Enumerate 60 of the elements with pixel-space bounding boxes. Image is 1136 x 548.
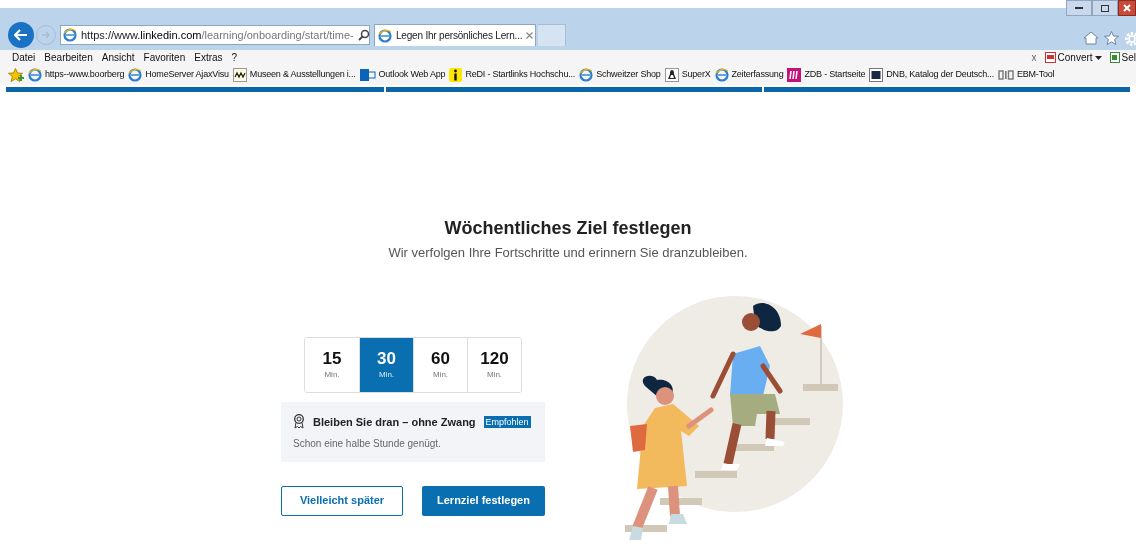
favorite-link[interactable]: SuperX xyxy=(681,68,711,82)
browser-tab[interactable]: Legen Ihr persönliches Lern... xyxy=(374,24,536,46)
browser-globe-icon xyxy=(128,68,143,82)
duration-option[interactable]: 120 Min. xyxy=(467,337,521,392)
page-title: Wöchentliches Ziel festlegen xyxy=(444,217,692,239)
recommendation-title: Bleiben Sie dran – ohne Zwang xyxy=(313,414,476,430)
tab-title: Legen Ihr persönliches Lern... xyxy=(396,29,523,43)
zigzag-logo-icon xyxy=(232,68,247,82)
select-menu[interactable]: Sel xyxy=(1121,50,1136,65)
address-field[interactable]: https://www.linkedin.com/learning/onboarding/start/time- xyxy=(60,25,370,45)
stripes-logo-icon xyxy=(787,68,802,82)
close-toolbar-button[interactable]: x xyxy=(1031,50,1037,65)
favorite-link[interactable]: Schweitzer Shop xyxy=(596,68,661,82)
star-add-icon[interactable] xyxy=(8,67,24,83)
address-url: https://www.linkedin.com/learning/onboarding/start/time- xyxy=(81,27,354,43)
tab-close-icon[interactable] xyxy=(526,32,534,39)
favorite-link[interactable]: Outlook Web App xyxy=(378,68,446,82)
square-logo-icon xyxy=(869,68,884,82)
favorite-link[interactable]: EBM-Tool xyxy=(1016,68,1055,82)
back-button[interactable] xyxy=(8,22,34,48)
close-icon xyxy=(1123,4,1131,12)
recommendation-text: Schon eine halbe Stunde genügt. xyxy=(293,437,442,451)
menu-item[interactable]: Extras xyxy=(194,50,223,65)
duration-option[interactable]: 30 Min. xyxy=(359,337,413,392)
star-icon[interactable] xyxy=(1104,31,1119,45)
browser-globe-icon xyxy=(28,68,42,82)
mail-logo-icon xyxy=(359,68,376,82)
award-ribbon-icon xyxy=(293,414,305,430)
menu-item[interactable]: ? xyxy=(231,50,238,65)
menu-item[interactable]: Datei xyxy=(12,50,36,65)
convert-menu[interactable]: Convert xyxy=(1057,50,1093,65)
back-arrow-icon xyxy=(14,29,28,41)
info-icon xyxy=(449,68,463,82)
browser-globe-icon xyxy=(579,68,594,82)
letters-logo-icon xyxy=(997,70,1014,80)
later-button[interactable]: Vielleicht später xyxy=(281,485,403,516)
favorite-link[interactable]: https--www.boorberg xyxy=(45,68,125,82)
menu-item[interactable]: Bearbeiten xyxy=(44,50,93,65)
penguin-icon xyxy=(664,68,679,82)
close-button[interactable] xyxy=(1118,0,1136,16)
forward-arrow-icon xyxy=(41,31,51,39)
favorite-link[interactable]: ZDB - Startseite xyxy=(804,68,866,82)
minimize-button[interactable] xyxy=(1066,0,1092,16)
favorite-link[interactable]: Zeiterfassung xyxy=(731,68,784,82)
recommended-badge: Empfohlen xyxy=(483,415,531,428)
page-subtitle: Wir verfolgen Ihre Fortschritte und erinnern Sie dranzubleiben. xyxy=(388,244,748,262)
menu-item[interactable]: Favoriten xyxy=(143,50,186,65)
browser-globe-icon xyxy=(63,28,77,42)
restore-button[interactable] xyxy=(1092,0,1118,16)
home-icon[interactable] xyxy=(1083,31,1099,45)
favorite-link[interactable]: HomeServer AjaxVisu xyxy=(145,68,229,82)
search-icon[interactable] xyxy=(357,29,370,41)
browser-globe-icon xyxy=(378,28,392,43)
favorite-link[interactable]: ReDI - Startlinks Hochschu... xyxy=(465,68,576,82)
menu-item[interactable]: Ansicht xyxy=(101,50,135,65)
set-goal-button[interactable]: Lernziel festlegen xyxy=(422,485,545,516)
favorite-link[interactable]: Museen & Ausstellungen i... xyxy=(249,68,356,82)
browser-globe-icon xyxy=(714,68,729,82)
dropdown-caret-icon[interactable] xyxy=(1094,55,1102,60)
favorite-link[interactable]: DNB, Katalog der Deutsch... xyxy=(886,68,994,82)
